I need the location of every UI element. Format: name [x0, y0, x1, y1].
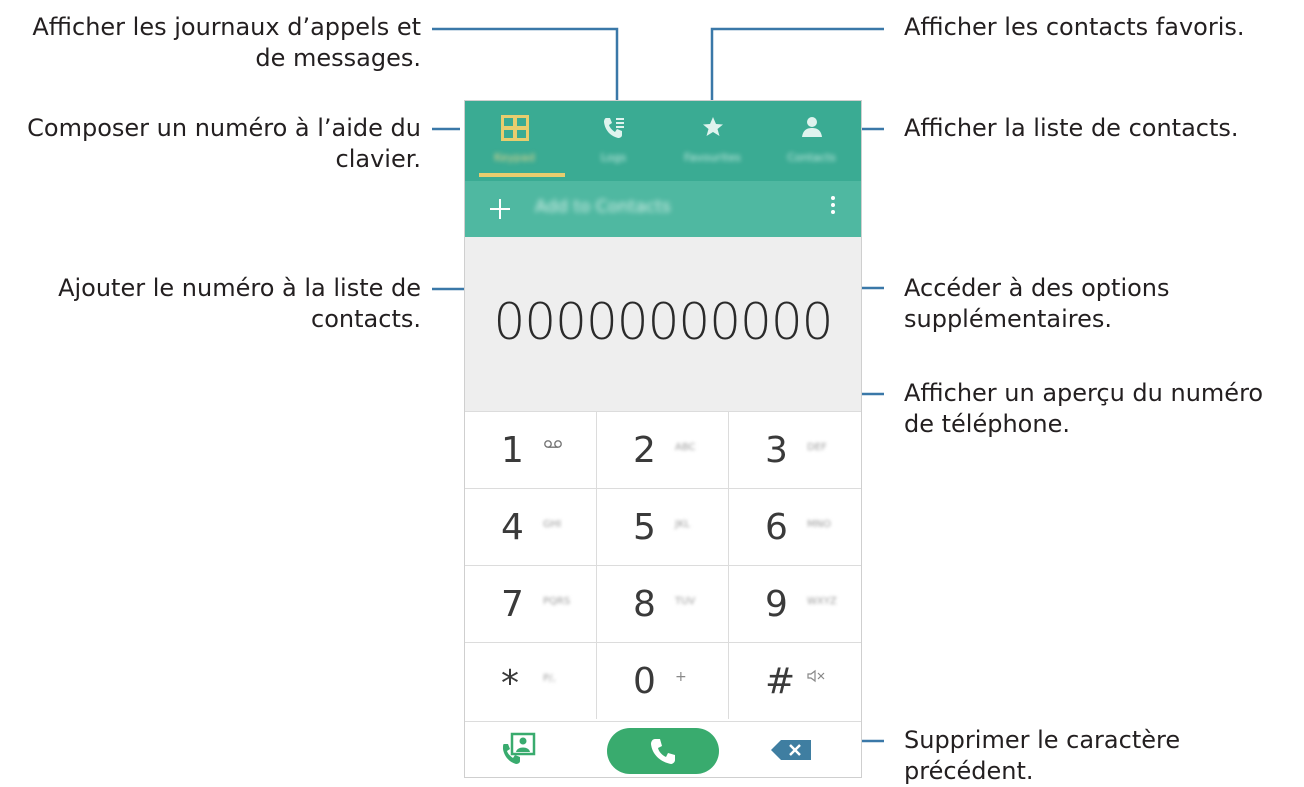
keypad-icon	[500, 115, 529, 141]
call-button[interactable]	[607, 728, 719, 774]
dialed-number: 00000000000	[493, 293, 834, 351]
key-digit: 4	[501, 507, 524, 548]
star-icon	[702, 117, 723, 136]
callout-favourites: Afficher les contacts favoris.	[904, 13, 1245, 41]
mute-icon	[807, 669, 825, 687]
video-call-button[interactable]	[501, 732, 541, 768]
callout-keypad: Composer un numéro à l’aide du clavier.	[27, 114, 421, 173]
key-4[interactable]: 4 GHI	[465, 488, 597, 565]
person-icon	[801, 117, 822, 137]
callout-add-contact: Ajouter le numéro à la liste de contacts…	[58, 274, 421, 333]
dial-keypad: 1 2 ABC 3 DEF 4 GHI 5 JKL 6 MNO 7 PQRS 8…	[465, 411, 861, 721]
action-bar: Add to Contacts	[465, 181, 861, 237]
dial-actions-bar	[465, 721, 861, 777]
phone-icon	[651, 739, 675, 764]
key-letters: P/,	[543, 673, 556, 684]
active-tab-indicator	[479, 173, 565, 177]
key-digit: 9	[765, 584, 788, 625]
number-display: 00000000000	[465, 237, 861, 411]
key-digit: 8	[633, 584, 656, 625]
key-letters: GHI	[543, 519, 562, 530]
key-digit: #	[765, 661, 796, 702]
key-letters: TUV	[675, 596, 696, 607]
key-3[interactable]: 3 DEF	[729, 411, 861, 488]
key-1[interactable]: 1	[465, 411, 597, 488]
key-plus: +	[675, 669, 687, 685]
callout-more-options: Accéder à des options supplémentaires.	[904, 274, 1170, 333]
tab-label: Favourites	[684, 151, 741, 164]
key-5[interactable]: 5 JKL	[597, 488, 729, 565]
key-digit: 0	[633, 661, 656, 702]
tab-label: Keypad	[494, 151, 535, 164]
tab-favourites[interactable]: Favourites	[663, 101, 762, 181]
tab-keypad[interactable]: Keypad	[465, 101, 564, 181]
key-digit: 6	[765, 507, 788, 548]
phone-screen: Keypad Logs Favourites Contacts Add to C…	[464, 100, 862, 778]
more-dot	[831, 196, 835, 200]
key-letters: JKL	[675, 519, 691, 530]
callout-number-preview: Afficher un aperçu du numéro de téléphon…	[904, 379, 1264, 438]
key-6[interactable]: 6 MNO	[729, 488, 861, 565]
tab-label: Logs	[600, 151, 627, 164]
key-digit: 1	[501, 430, 524, 471]
more-dot	[831, 203, 835, 207]
key-digit: 5	[633, 507, 656, 548]
more-options-button[interactable]	[823, 193, 843, 225]
key-letters: PQRS	[543, 596, 571, 607]
key-star[interactable]: * P/,	[465, 642, 597, 719]
backspace-icon	[771, 740, 811, 760]
callout-call-logs: Afficher les journaux d’appels et de mes…	[32, 13, 421, 72]
key-digit: 7	[501, 584, 524, 625]
key-hash[interactable]: #	[729, 642, 861, 719]
key-letters: ABC	[675, 442, 696, 453]
key-digit: 2	[633, 430, 656, 471]
call-log-icon	[603, 118, 624, 138]
key-digit: 3	[765, 430, 788, 471]
plus-icon	[490, 199, 510, 219]
key-letters: MNO	[807, 519, 831, 530]
tab-logs[interactable]: Logs	[564, 101, 663, 181]
callout-contacts: Afficher la liste de contacts.	[904, 114, 1239, 142]
key-0[interactable]: 0 +	[597, 642, 729, 719]
video-call-icon	[503, 732, 536, 764]
backspace-button[interactable]	[771, 740, 813, 762]
key-8[interactable]: 8 TUV	[597, 565, 729, 642]
tab-contacts[interactable]: Contacts	[762, 101, 861, 181]
key-2[interactable]: 2 ABC	[597, 411, 729, 488]
add-to-contacts-button[interactable]	[485, 189, 515, 229]
key-letters: WXYZ	[807, 596, 837, 607]
tab-label: Contacts	[787, 151, 836, 164]
add-to-contacts-label[interactable]: Add to Contacts	[535, 197, 671, 217]
tab-bar: Keypad Logs Favourites Contacts	[465, 101, 861, 181]
key-7[interactable]: 7 PQRS	[465, 565, 597, 642]
key-digit: *	[501, 663, 519, 704]
callout-delete: Supprimer le caractère précédent.	[904, 726, 1181, 785]
voicemail-icon	[543, 438, 563, 454]
key-9[interactable]: 9 WXYZ	[729, 565, 861, 642]
more-dot	[831, 210, 835, 214]
key-letters: DEF	[807, 442, 827, 453]
